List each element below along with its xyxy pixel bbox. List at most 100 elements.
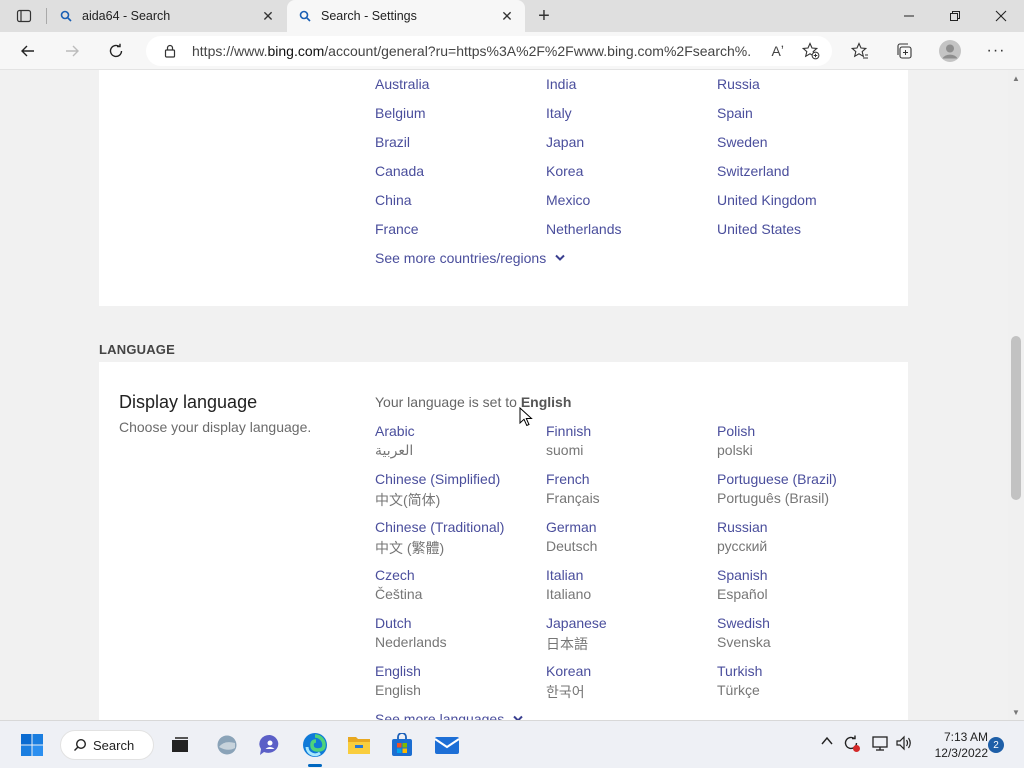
language-link[interactable]: Japanese [546, 615, 607, 631]
plus-icon: + [538, 4, 550, 27]
tab-actions-button[interactable] [8, 3, 40, 29]
region-link[interactable]: Australia [375, 76, 429, 92]
clock-time: 7:13 AM [943, 730, 988, 744]
region-link[interactable]: Switzerland [717, 163, 789, 179]
language-link[interactable]: Dutch [375, 615, 412, 631]
close-tab-icon[interactable]: ✕ [260, 8, 276, 24]
language-native-name: Español [717, 586, 768, 602]
language-link[interactable]: French [546, 471, 590, 487]
language-link[interactable]: Turkish [717, 663, 762, 679]
browser-toolbar: https://www.bing.com/account/general?ru=… [0, 32, 1024, 70]
settings-more-button[interactable]: ··· [981, 36, 1011, 66]
region-link[interactable]: Italy [546, 105, 572, 121]
task-view-button[interactable] [164, 729, 196, 761]
profile-button[interactable] [935, 36, 965, 66]
page-scrollbar[interactable]: ▲ ▼ [1008, 70, 1024, 720]
restore-icon [950, 11, 960, 21]
mail-icon [434, 737, 460, 754]
restore-button[interactable] [932, 0, 978, 32]
update-icon[interactable] [842, 734, 860, 755]
language-link[interactable]: Spanish [717, 567, 768, 583]
language-link[interactable]: Arabic [375, 423, 415, 439]
see-more-languages-link[interactable]: See more languages [375, 711, 524, 720]
language-native-name: Deutsch [546, 538, 598, 554]
region-link[interactable]: Korea [546, 163, 583, 179]
region-link[interactable]: United States [717, 221, 801, 237]
new-tab-button[interactable]: + [531, 4, 557, 28]
language-link[interactable]: Korean [546, 663, 591, 679]
language-link[interactable]: Polish [717, 423, 755, 439]
tab-search-settings[interactable]: Search - Settings ✕ [287, 0, 525, 32]
region-link[interactable]: Japan [546, 134, 584, 150]
language-native-name: Italiano [546, 586, 592, 602]
region-link[interactable]: Mexico [546, 192, 590, 208]
collections-button[interactable] [889, 36, 919, 66]
taskbar: Search 7:13 AM 12/3/2022 2 [0, 720, 1024, 768]
address-bar[interactable]: https://www.bing.com/account/general?ru=… [146, 36, 832, 66]
regions-card [99, 70, 908, 306]
region-link[interactable]: China [375, 192, 412, 208]
see-more-regions-link[interactable]: See more countries/regions [375, 250, 566, 266]
language-link[interactable]: Italian [546, 567, 583, 583]
language-link[interactable]: Czech [375, 567, 415, 583]
region-link[interactable]: Canada [375, 163, 424, 179]
file-explorer-button[interactable] [343, 729, 375, 761]
region-link[interactable]: India [546, 76, 576, 92]
language-link[interactable]: Chinese (Traditional) [375, 519, 504, 535]
network-icon[interactable] [871, 734, 889, 755]
language-link[interactable]: Finnish [546, 423, 591, 439]
notification-badge[interactable]: 2 [988, 737, 1004, 753]
start-button[interactable] [16, 729, 48, 761]
taskbar-search-box[interactable]: Search [60, 730, 154, 760]
language-link[interactable]: Chinese (Simplified) [375, 471, 500, 487]
mail-button[interactable] [431, 729, 463, 761]
region-link[interactable]: Spain [717, 105, 753, 121]
language-native-name: English [375, 682, 421, 698]
close-window-button[interactable] [978, 0, 1024, 32]
tab-title: Search - Settings [321, 9, 417, 23]
scroll-up-icon[interactable]: ▲ [1012, 74, 1020, 83]
start-icon [21, 734, 43, 756]
back-button[interactable] [13, 36, 43, 66]
language-native-name: Türkçe [717, 682, 760, 698]
language-link[interactable]: German [546, 519, 597, 535]
region-link[interactable]: Belgium [375, 105, 426, 121]
refresh-button[interactable] [101, 36, 131, 66]
language-link[interactable]: English [375, 663, 421, 679]
language-native-name: 中文(简体) [375, 492, 441, 508]
tab-aida64-search[interactable]: aida64 - Search ✕ [48, 0, 286, 32]
region-link[interactable]: Brazil [375, 134, 410, 150]
store-button[interactable] [386, 729, 418, 761]
read-aloud-icon[interactable]: Aʼ [772, 43, 784, 59]
close-tab-icon[interactable]: ✕ [499, 8, 515, 24]
minimize-button[interactable] [886, 0, 932, 32]
chat-button[interactable] [254, 729, 286, 761]
region-link[interactable]: Sweden [717, 134, 768, 150]
scrollbar-thumb[interactable] [1011, 336, 1021, 500]
region-link[interactable]: Russia [717, 76, 760, 92]
show-hidden-icons-chevron-icon[interactable] [820, 734, 834, 751]
url-text[interactable]: https://www.bing.com/account/general?ru=… [192, 43, 752, 59]
taskbar-clock[interactable]: 7:13 AM 12/3/2022 [918, 729, 988, 761]
language-native-name: Português (Brasil) [717, 490, 830, 506]
volume-icon[interactable] [895, 734, 913, 755]
language-link[interactable]: Russian [717, 519, 768, 535]
scroll-down-icon[interactable]: ▼ [1012, 708, 1020, 717]
region-link[interactable]: United Kingdom [717, 192, 817, 208]
region-link[interactable]: Netherlands [546, 221, 622, 237]
widgets-button[interactable] [211, 729, 243, 761]
forward-button[interactable] [57, 36, 87, 66]
add-favorite-icon[interactable] [801, 42, 820, 60]
favorites-button[interactable] [845, 36, 875, 66]
language-link[interactable]: Swedish [717, 615, 770, 631]
language-link[interactable]: Portuguese (Brazil) [717, 471, 837, 487]
url-prefix: https://www. [192, 43, 268, 59]
current-language-prefix: Your language is set to [375, 394, 517, 410]
mouse-cursor-icon [519, 407, 533, 427]
lock-icon[interactable] [162, 43, 178, 59]
tab-actions-icon [16, 9, 32, 23]
language-native-name: 한국어 [546, 684, 585, 700]
edge-taskbar-button[interactable] [299, 729, 331, 761]
search-favicon-icon [58, 8, 74, 24]
region-link[interactable]: France [375, 221, 419, 237]
